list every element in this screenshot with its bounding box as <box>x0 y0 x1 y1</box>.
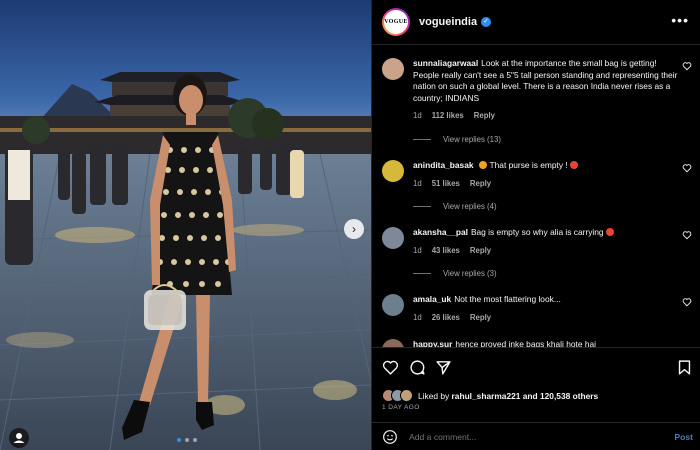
comment-time: 1d <box>413 313 422 322</box>
comment-meta: 1d 112 likes Reply <box>413 111 505 120</box>
comment-username[interactable]: akansha__pal <box>413 227 468 237</box>
comment-time: 1d <box>413 179 422 188</box>
add-comment-bar: Post <box>372 422 700 450</box>
post-header: VOGUE vogueindia ✓ ••• <box>372 0 700 45</box>
comment-body: amala_uk Not the most flattering look... <box>413 294 681 306</box>
comment-meta: 1d 51 likes Reply <box>413 179 501 188</box>
verified-badge-icon: ✓ <box>481 17 492 27</box>
commenter-avatar[interactable] <box>382 294 404 316</box>
comment-likes[interactable]: 51 likes <box>432 179 460 188</box>
reply-button[interactable]: Reply <box>470 179 491 188</box>
next-photo-button[interactable]: › <box>344 219 364 239</box>
like-heart-icon[interactable] <box>682 230 692 240</box>
view-replies-line <box>413 206 431 207</box>
comment-username[interactable]: happy.sur <box>413 339 452 347</box>
view-replies-button[interactable]: View replies (3) <box>413 269 497 278</box>
post-timestamp[interactable]: 1 DAY AGO <box>382 404 420 411</box>
view-replies-button[interactable]: View replies (4) <box>413 202 497 211</box>
comment-body: sunnaliagarwaal Look at the importance th… <box>413 58 681 104</box>
comment-body: anindita_basak That purse is empty ! <box>413 160 681 172</box>
post-photo[interactable]: › <box>0 0 371 450</box>
reply-button[interactable]: Reply <box>470 246 491 255</box>
comment-username[interactable]: anindita_basak <box>413 160 474 170</box>
liked-by-count[interactable]: and 120,538 others <box>523 391 598 401</box>
more-options-icon[interactable]: ••• <box>671 12 689 28</box>
post-details-panel: VOGUE vogueindia ✓ ••• sunnaliagarwaal Lo… <box>371 0 700 450</box>
comment-body: akansha__pal Bag is empty so why alia is … <box>413 227 681 239</box>
comment-body: happy.sur hence proved inke bags khali ho… <box>413 339 681 347</box>
liked-by-text: Liked by rahul_sharma221 and 120,538 oth… <box>418 391 598 401</box>
commenter-avatar[interactable] <box>382 58 404 80</box>
liker-avatar <box>400 389 413 402</box>
comment-username[interactable]: amala_uk <box>413 294 451 304</box>
carousel-dot <box>177 438 181 442</box>
view-replies-label: View replies (13) <box>443 135 501 144</box>
view-replies-label: View replies (4) <box>443 202 497 211</box>
reply-button[interactable]: Reply <box>470 313 491 322</box>
comment-likes[interactable]: 26 likes <box>432 313 460 322</box>
comment-likes[interactable]: 43 likes <box>432 246 460 255</box>
view-replies-button[interactable]: View replies (13) <box>413 135 501 144</box>
bookmark-icon[interactable] <box>676 359 693 376</box>
carousel-dot <box>185 438 189 442</box>
liked-by-user[interactable]: rahul_sharma221 <box>452 391 521 401</box>
comment-likes[interactable]: 112 likes <box>432 111 464 120</box>
comment-meta: 1d 43 likes Reply <box>413 246 501 255</box>
share-send-icon[interactable] <box>435 359 452 376</box>
comments-list[interactable]: sunnaliagarwaal Look at the importance th… <box>372 45 700 347</box>
liked-by-prefix: Liked by <box>418 390 450 401</box>
comment-text: hence proved inke bags khali hote hai <box>455 339 597 347</box>
commenter-avatar[interactable] <box>382 227 404 249</box>
post-actions: Liked by rahul_sharma221 and 120,538 oth… <box>372 347 700 422</box>
liked-by-row: Liked by rahul_sharma221 and 120,538 oth… <box>382 389 598 402</box>
comment-time: 1d <box>413 246 422 255</box>
comment-text: Not the most flattering look... <box>454 294 561 304</box>
view-replies-line <box>413 139 431 140</box>
commenter-avatar[interactable] <box>382 339 404 347</box>
add-comment-input[interactable] <box>409 431 675 442</box>
avatar-logo-text: VOGUE <box>384 10 408 34</box>
view-replies-label: View replies (3) <box>443 269 497 278</box>
comment-meta: 1d 26 likes Reply <box>413 313 501 322</box>
post-comment-button[interactable]: Post <box>674 432 693 442</box>
view-replies-line <box>413 273 431 274</box>
like-heart-icon[interactable] <box>682 297 692 307</box>
like-heart-icon[interactable] <box>382 359 399 376</box>
carousel-dot <box>193 438 197 442</box>
comment-bubble-icon[interactable] <box>409 359 426 376</box>
reply-button[interactable]: Reply <box>474 111 495 120</box>
comment-time: 1d <box>413 111 422 120</box>
emoji-icon <box>478 161 487 169</box>
account-avatar[interactable]: VOGUE <box>382 8 410 36</box>
emoji-picker-icon[interactable] <box>382 429 398 445</box>
carousel-indicator <box>177 438 197 442</box>
emoji-icon <box>569 161 578 169</box>
commenter-avatar[interactable] <box>382 160 404 182</box>
like-heart-icon[interactable] <box>682 163 692 173</box>
account-handle[interactable]: vogueindia <box>419 16 477 28</box>
photo-scene <box>0 0 371 450</box>
comment-username[interactable]: sunnaliagarwaal <box>413 58 478 68</box>
tagged-users-button[interactable] <box>9 428 29 448</box>
user-icon <box>13 433 25 443</box>
comment-text: That purse is empty ! <box>489 160 568 170</box>
emoji-icon <box>605 228 614 236</box>
like-heart-icon[interactable] <box>682 61 692 71</box>
comment-text: Bag is empty so why alia is carrying <box>470 227 604 237</box>
